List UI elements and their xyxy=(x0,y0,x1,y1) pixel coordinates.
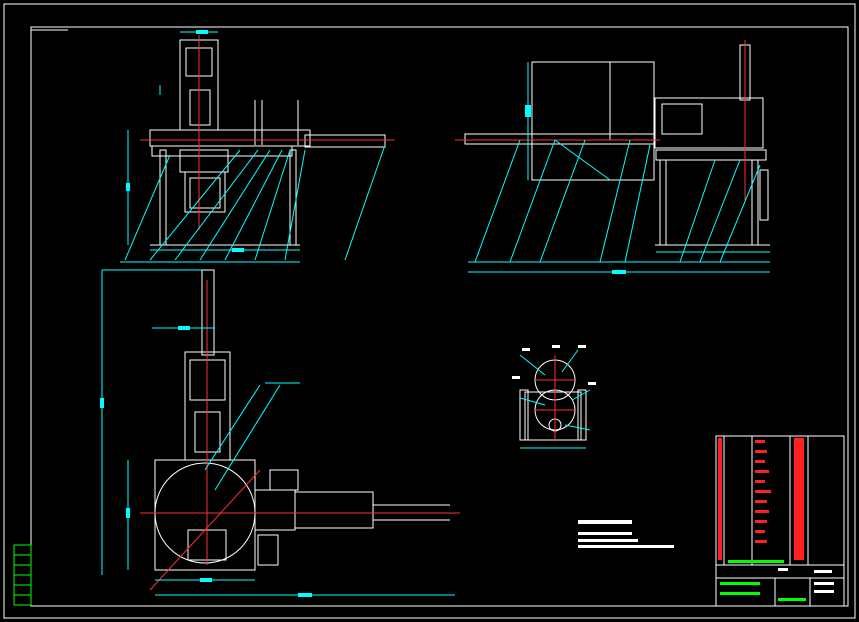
side-view xyxy=(455,40,770,274)
parts-list-rows xyxy=(718,438,804,560)
detail-rollers xyxy=(512,345,596,449)
parts-list-table xyxy=(715,435,845,607)
notes-block xyxy=(578,520,674,548)
revision-stamp xyxy=(13,544,32,606)
front-view xyxy=(120,30,395,263)
title-block-marks xyxy=(720,560,806,601)
top-view xyxy=(100,269,460,597)
cad-drawing-sheet xyxy=(3,3,856,619)
title-block-white-marks xyxy=(778,568,834,593)
sheet-frame xyxy=(3,3,856,619)
